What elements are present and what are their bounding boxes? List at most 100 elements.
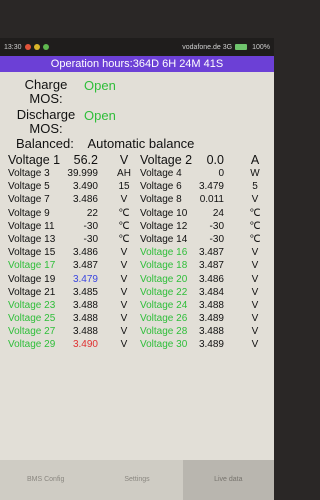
bottom-navigation: BMS Config Settings Live data (0, 460, 274, 500)
row-label-right: Voltage 4 (140, 168, 182, 179)
row-unit-right: V (251, 194, 259, 206)
row-value-left: 3.488 (72, 299, 98, 311)
row-unit-right: V (251, 339, 259, 351)
row-unit-left: V (120, 339, 128, 351)
notification-icon (33, 44, 40, 50)
table-row: Voltage 25 3.488 V Voltage 26 3.489 V (8, 313, 270, 326)
row-label-left: Voltage 21 (8, 286, 56, 298)
row-unit-right: ℃ (249, 233, 261, 245)
row-label-left: Voltage 23 (8, 299, 56, 311)
row-value-right: 0.0 (206, 153, 224, 167)
row-label-right: Voltage 24 (140, 299, 188, 311)
battery-level: 100% (252, 43, 270, 51)
row-unit-right: V (251, 286, 259, 298)
row-unit-right: V (251, 313, 259, 325)
table-row: Voltage 15 3.486 V Voltage 16 3.487 V (8, 247, 270, 260)
row-unit-left: ℃ (118, 220, 130, 232)
row-value-left: -30 (83, 233, 98, 245)
row-value-left: 3.488 (72, 313, 98, 325)
row-label-left: Voltage 25 (8, 313, 56, 325)
table-row: Voltage 23 3.488 V Voltage 24 3.488 V (8, 300, 270, 313)
row-unit-right: V (251, 299, 259, 311)
row-value-right: 3.489 (198, 339, 224, 351)
table-row: Voltage 5 3.490 15 Voltage 6 3.479 5 (8, 181, 270, 194)
table-row: Voltage 17 3.487 V Voltage 18 3.487 V (8, 260, 270, 273)
table-row: Voltage 9 22 ℃ Voltage 10 24 ℃ (8, 208, 270, 221)
row-label-left: Voltage 7 (8, 194, 50, 206)
row-unit-right: V (251, 260, 259, 272)
row-label-right: Voltage 6 (140, 181, 182, 193)
row-unit-left: AH (117, 168, 131, 179)
row-unit-left: ℃ (118, 233, 130, 245)
row-value-right: 3.489 (198, 313, 224, 325)
row-unit-right: W (250, 168, 260, 179)
operation-hours-banner: Operation hours:364D 6H 24M 41S (0, 56, 274, 72)
row-value-left: 3.486 (72, 194, 98, 206)
balanced-label: Balanced: (16, 136, 74, 151)
row-label-right: Voltage 12 (140, 220, 188, 232)
row-value-left: 56.2 (73, 153, 98, 167)
row-label-left: Voltage 11 (8, 220, 55, 232)
table-row: Voltage 19 3.479 V Voltage 20 3.486 V (8, 274, 270, 287)
row-unit-right: 5 (252, 181, 258, 193)
row-value-left: 3.479 (72, 273, 98, 285)
row-value-right: 3.488 (198, 326, 224, 338)
row-value-right: -30 (209, 233, 224, 245)
row-label-left: Voltage 5 (8, 181, 50, 193)
table-row: Voltage 7 3.486 V Voltage 8 0.011 V (8, 194, 270, 207)
row-unit-right: ℃ (249, 220, 261, 232)
nav-settings[interactable]: Settings (91, 460, 182, 500)
voltage-table: Voltage 1 56.2 V Voltage 2 0.0 A Voltage 3 39.9… (8, 153, 270, 353)
row-label-left: Voltage 15 (8, 247, 56, 259)
nav-bms-config[interactable]: BMS Config (0, 460, 91, 500)
row-unit-left: V (120, 194, 128, 206)
row-label-left: Voltage 1 (8, 153, 61, 167)
row-value-right: 3.479 (198, 181, 224, 193)
row-unit-left: V (120, 247, 128, 259)
row-unit-left: V (120, 313, 128, 325)
row-unit-right: V (251, 326, 259, 338)
row-value-right: 3.484 (198, 286, 224, 298)
charge-mos-label: Charge MOS: (24, 77, 68, 106)
discharge-mos-label: Discharge MOS: (16, 107, 76, 136)
row-value-left: 3.490 (72, 339, 98, 351)
row-value-left: 3.486 (72, 247, 98, 259)
row-unit-left: ℃ (118, 207, 130, 219)
row-label-right: Voltage 14 (140, 233, 188, 245)
row-label-right: Voltage 26 (140, 313, 188, 325)
row-label-left: Voltage 27 (8, 326, 56, 338)
row-label-right: Voltage 18 (140, 260, 188, 272)
row-value-right: 3.486 (198, 273, 224, 285)
notification-icon (24, 44, 31, 50)
row-value-left: 3.487 (72, 260, 98, 272)
notification-icon (42, 44, 49, 50)
row-unit-left: 15 (118, 181, 130, 193)
row-unit-left: V (120, 326, 128, 338)
row-label-left: Voltage 13 (8, 233, 56, 245)
table-row: Voltage 29 3.490 V Voltage 30 3.489 V (8, 339, 270, 352)
battery-icon (235, 44, 248, 50)
row-unit-left: V (120, 260, 128, 272)
row-value-left: 22 (86, 207, 98, 219)
row-unit-left: V (120, 286, 128, 298)
table-row: Voltage 27 3.488 V Voltage 28 3.488 V (8, 326, 270, 339)
row-label-right: Voltage 8 (140, 194, 182, 206)
row-unit-left: V (120, 273, 128, 285)
row-unit-right: V (251, 273, 259, 285)
row-value-right: 3.488 (198, 299, 224, 311)
row-unit-right: A (250, 153, 260, 167)
row-label-right: Voltage 20 (140, 273, 188, 285)
row-value-left: -30 (83, 220, 98, 232)
status-time: 13:30 (4, 43, 22, 51)
row-unit-right: ℃ (249, 207, 261, 219)
discharge-mos-value: Open (84, 108, 116, 123)
row-label-left: Voltage 9 (8, 207, 50, 219)
row-unit-left: V (120, 299, 128, 311)
row-value-right: 0.011 (199, 194, 224, 206)
table-row: Voltage 1 56.2 V Voltage 2 0.0 A (8, 153, 270, 168)
balanced-value: Automatic balance (87, 136, 195, 151)
row-label-right: Voltage 28 (140, 326, 188, 338)
nav-live-data[interactable]: Live data (182, 460, 274, 500)
row-label-right: Voltage 30 (140, 339, 188, 351)
row-label-left: Voltage 19 (8, 273, 56, 285)
